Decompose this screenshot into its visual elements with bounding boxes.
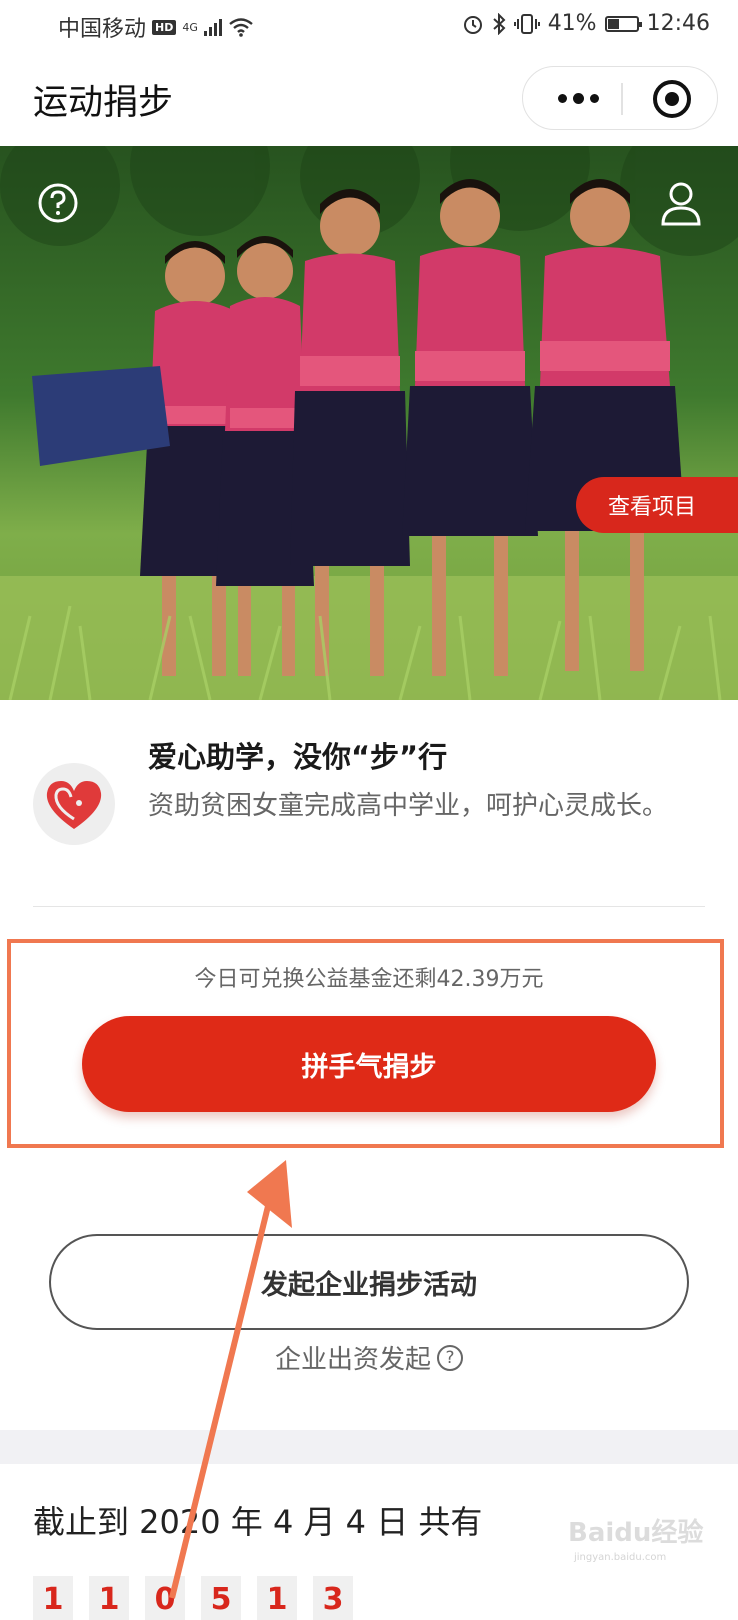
baidu-watermark: Baidu经验 jingyan.baidu.com [568, 1512, 718, 1563]
counter-digit: 1 [33, 1576, 73, 1620]
status-bar: 中国移动 HD 4G 41% 12:46 [0, 0, 738, 50]
more-dot [589, 93, 599, 103]
battery-fill [607, 18, 620, 29]
donate-steps-button[interactable]: 拼手气捐步 [82, 1016, 656, 1112]
counter-digit: 3 [313, 1576, 353, 1620]
more-button[interactable] [549, 81, 607, 115]
project-logo [33, 763, 115, 845]
page-title: 运动捐步 [33, 83, 174, 123]
status-left: 中国移动 HD 4G [58, 11, 254, 43]
hd-badge: HD [152, 19, 177, 35]
capsule-divider [621, 83, 623, 115]
vibrate-icon [513, 13, 540, 34]
question-icon[interactable]: ? [437, 1344, 463, 1371]
hero-photo [0, 146, 738, 700]
target-close-icon[interactable] [653, 80, 691, 118]
section-gap [0, 1430, 738, 1464]
section-divider [33, 906, 705, 907]
clock: 12:46 [646, 11, 710, 36]
corporate-sub-label: 企业出资发起 [274, 1345, 431, 1375]
heart-logo-icon [46, 781, 102, 829]
alarm-icon [463, 15, 482, 34]
view-project-button[interactable]: 查看项目 [576, 477, 738, 533]
carrier-label: 中国移动 [58, 17, 147, 42]
project-description: 资助贫困女童完成高中学业，呵护心灵成长。 [148, 791, 669, 821]
help-circle-icon[interactable] [37, 182, 79, 224]
signal-icon [203, 18, 222, 36]
stats-summary: 截止到 2020 年 4 月 4 日 共有 [33, 1503, 483, 1541]
project-title: 爱心助学，没你“步”行 [148, 740, 448, 774]
participant-counter: 1 1 0 5 1 3 [33, 1576, 353, 1620]
watermark-brand: Baidu经验 [568, 1518, 704, 1548]
bluetooth-icon [493, 12, 506, 35]
more-dot [572, 92, 584, 104]
counter-digit: 0 [145, 1576, 185, 1620]
navbar: 运动捐步 [0, 50, 738, 146]
user-icon[interactable] [660, 180, 702, 228]
remaining-fund-text: 今日可兑换公益基金还剩42.39万元 [194, 967, 544, 992]
miniprogram-capsule [522, 66, 718, 130]
more-dots-icon [557, 93, 567, 103]
status-right: 41% 12:46 [462, 11, 710, 36]
wifi-icon [229, 18, 253, 37]
battery-icon [604, 15, 642, 32]
corporate-campaign-button[interactable]: 发起企业捐步活动 [49, 1234, 689, 1330]
counter-digit: 1 [257, 1576, 297, 1620]
hero-banner [0, 146, 738, 700]
network-type: 4G [182, 20, 198, 34]
watermark-url: jingyan.baidu.com [574, 1552, 667, 1563]
counter-digit: 5 [201, 1576, 241, 1620]
battery-percent: 41% [547, 11, 597, 36]
corporate-sub-link[interactable]: 企业出资发起 ? [0, 1339, 738, 1376]
counter-digit: 1 [89, 1576, 129, 1620]
